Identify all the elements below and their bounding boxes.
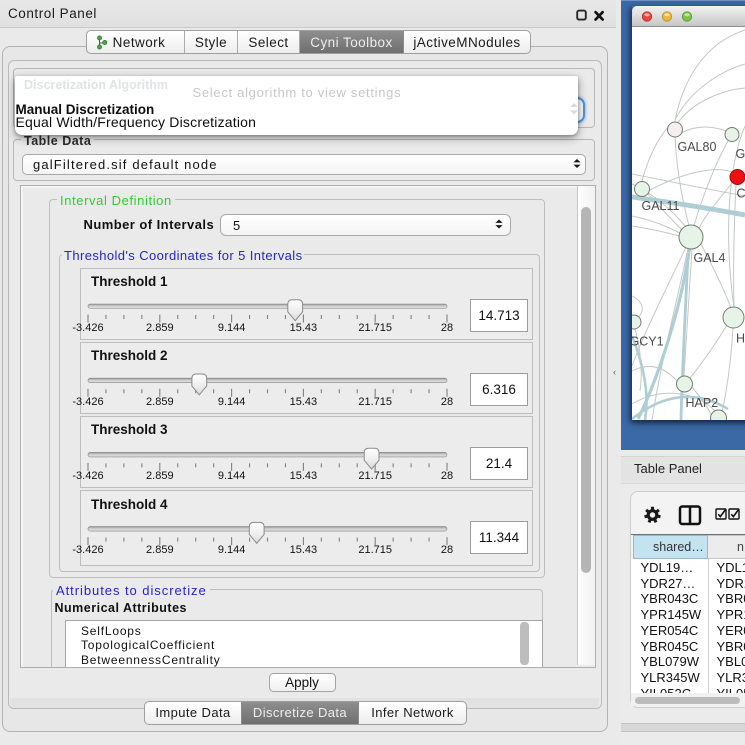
svg-text:GAL4: GAL4 xyxy=(694,251,726,265)
svg-text:GAL11: GAL11 xyxy=(642,199,680,213)
svg-text:GCY1: GCY1 xyxy=(632,335,664,349)
svg-text:H: H xyxy=(736,332,745,346)
svg-text:GA: GA xyxy=(736,147,745,161)
svg-text:C: C xyxy=(737,187,745,201)
svg-text:GAL80: GAL80 xyxy=(678,140,717,154)
svg-text:HAP2: HAP2 xyxy=(686,396,719,410)
